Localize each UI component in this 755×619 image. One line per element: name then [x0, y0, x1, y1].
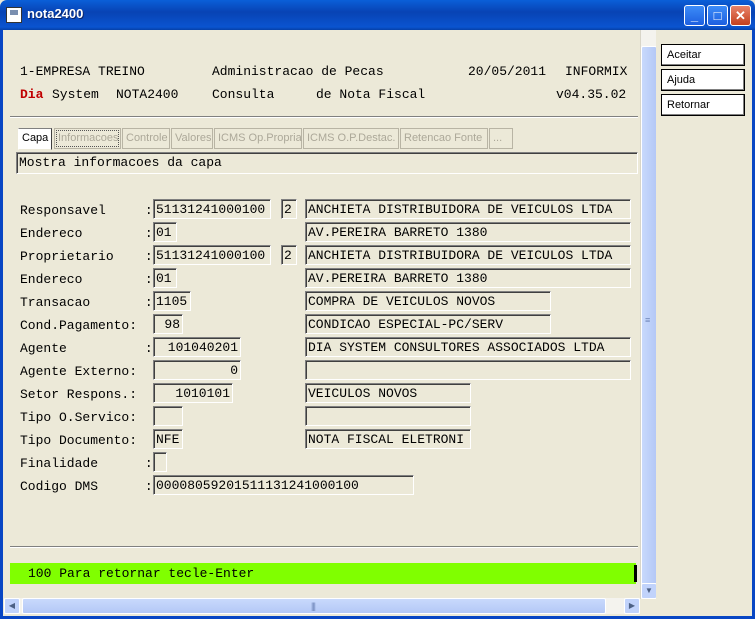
minimize-button[interactable]: _ — [684, 5, 705, 26]
tab-capa[interactable]: Capa — [18, 128, 52, 150]
retornar-button[interactable]: Retornar — [661, 94, 745, 116]
date-text: 20/05/2011 — [468, 64, 547, 79]
setor-desc-field: VEICULOS NOVOS — [305, 383, 471, 403]
finalidade-field[interactable] — [153, 452, 167, 472]
tab-retencao-fonte[interactable]: Retencao Fonte — [400, 128, 488, 149]
agente-label: Agente : — [20, 341, 153, 356]
horizontal-scrollbar[interactable]: ◀ ||| ▶ — [4, 598, 640, 614]
proprietario-label: Proprietario : — [20, 249, 153, 264]
agente-externo-label: Agente Externo: — [20, 364, 138, 379]
agente-externo-desc-field — [305, 360, 631, 380]
program-name: NOTA2400 — [116, 87, 179, 102]
ajuda-button[interactable]: Ajuda — [661, 69, 745, 91]
responsavel-code-field[interactable]: 51131241000100 — [153, 199, 271, 219]
tipo-os-code-field[interactable] — [153, 406, 183, 426]
finalidade-label: Finalidade : — [20, 456, 153, 471]
proprietario-code-field[interactable]: 51131241000100 — [153, 245, 271, 265]
transacao-code-field[interactable]: 1105 — [153, 291, 191, 311]
endereco2-code-field[interactable]: 01 — [153, 268, 177, 288]
header-divider — [10, 116, 638, 118]
responsavel-seq-field[interactable]: 2 — [281, 199, 297, 219]
tipo-doc-code-field[interactable]: NFE — [153, 429, 183, 449]
condpag-code-field[interactable]: 98 — [153, 314, 183, 334]
title-bar: nota2400 _ □ ✕ — [0, 0, 755, 30]
codigo-dms-field[interactable]: 00008059201511131241000100 — [153, 475, 414, 495]
tab-informacoes[interactable]: Informacoes — [54, 128, 121, 149]
window-title: nota2400 — [27, 6, 84, 21]
tab-icms-op-propria[interactable]: ICMS Op.Propria — [214, 128, 302, 149]
endereco2-label: Endereco : — [20, 272, 153, 287]
transacao-label: Transacao : — [20, 295, 153, 310]
codigo-dms-label: Codigo DMS : — [20, 479, 153, 494]
transacao-desc-field: COMPRA DE VEICULOS NOVOS — [305, 291, 551, 311]
setor-label: Setor Respons.: — [20, 387, 138, 402]
agente-desc-field: DIA SYSTEM CONSULTORES ASSOCIADOS LTDA — [305, 337, 631, 357]
maximize-button[interactable]: □ — [707, 5, 728, 26]
vertical-scroll-thumb[interactable]: ≡ — [641, 46, 657, 596]
status-bar: 100 Para retornar tecle-Enter — [10, 563, 636, 584]
system-text: System — [52, 87, 99, 102]
horizontal-scroll-thumb[interactable]: ||| — [22, 598, 606, 614]
scroll-down-arrow-icon[interactable]: ▼ — [641, 583, 657, 599]
tab-icms-op-destac[interactable]: ICMS O.P.Destac. — [303, 128, 399, 149]
horizontal-grip-icon: ||| — [311, 601, 316, 611]
module-name: Administracao de Pecas — [212, 64, 384, 79]
responsavel-label: Responsavel : — [20, 203, 153, 218]
db-name: INFORMIX — [565, 64, 628, 79]
tab-valores[interactable]: Valores — [171, 128, 213, 149]
endereco1-desc-field: AV.PEREIRA BARRETO 1380 — [305, 222, 631, 242]
endereco1-label: Endereco : — [20, 226, 153, 241]
tab-more[interactable]: ... — [489, 128, 513, 149]
tipo-os-desc-field — [305, 406, 471, 426]
footer-divider — [10, 546, 638, 548]
message-bar: Mostra informacoes da capa — [16, 152, 638, 174]
vertical-scrollbar[interactable]: ≡ ▼ — [640, 30, 657, 599]
proprietario-seq-field[interactable]: 2 — [281, 245, 297, 265]
agente-externo-code-field[interactable]: 0 — [153, 360, 241, 380]
scroll-left-arrow-icon[interactable]: ◀ — [4, 598, 20, 614]
app-icon — [6, 7, 22, 23]
proprietario-name-field: ANCHIETA DISTRIBUIDORA DE VEICULOS LTDA — [305, 245, 631, 265]
status-cursor-mark — [634, 565, 637, 582]
vertical-grip-icon: ≡ — [645, 315, 650, 325]
dia-logo-text: Dia — [20, 87, 44, 102]
tipo-doc-label: Tipo Documento: — [20, 433, 138, 448]
close-button[interactable]: ✕ — [730, 5, 751, 26]
tipo-os-label: Tipo O.Servico: — [20, 410, 138, 425]
action-text: Consulta — [212, 87, 275, 102]
setor-code-field[interactable]: 1010101 — [153, 383, 233, 403]
screen-title: de Nota Fiscal — [316, 87, 426, 102]
agente-code-field[interactable]: 101040201 — [153, 337, 241, 357]
endereco2-desc-field: AV.PEREIRA BARRETO 1380 — [305, 268, 631, 288]
responsavel-name-field: ANCHIETA DISTRIBUIDORA DE VEICULOS LTDA — [305, 199, 631, 219]
company-name: 1-EMPRESA TREINO — [20, 64, 145, 79]
condpag-desc-field: CONDICAO ESPECIAL-PC/SERV — [305, 314, 551, 334]
tab-controle[interactable]: Controle — [122, 128, 170, 149]
tipo-doc-desc-field: NOTA FISCAL ELETRONI — [305, 429, 471, 449]
action-panel: Aceitar Ajuda Retornar — [656, 30, 752, 616]
scroll-right-arrow-icon[interactable]: ▶ — [624, 598, 640, 614]
endereco1-code-field[interactable]: 01 — [153, 222, 177, 242]
condpag-label: Cond.Pagamento: — [20, 318, 138, 333]
aceitar-button[interactable]: Aceitar — [661, 44, 745, 66]
version-text: v04.35.02 — [556, 87, 627, 102]
